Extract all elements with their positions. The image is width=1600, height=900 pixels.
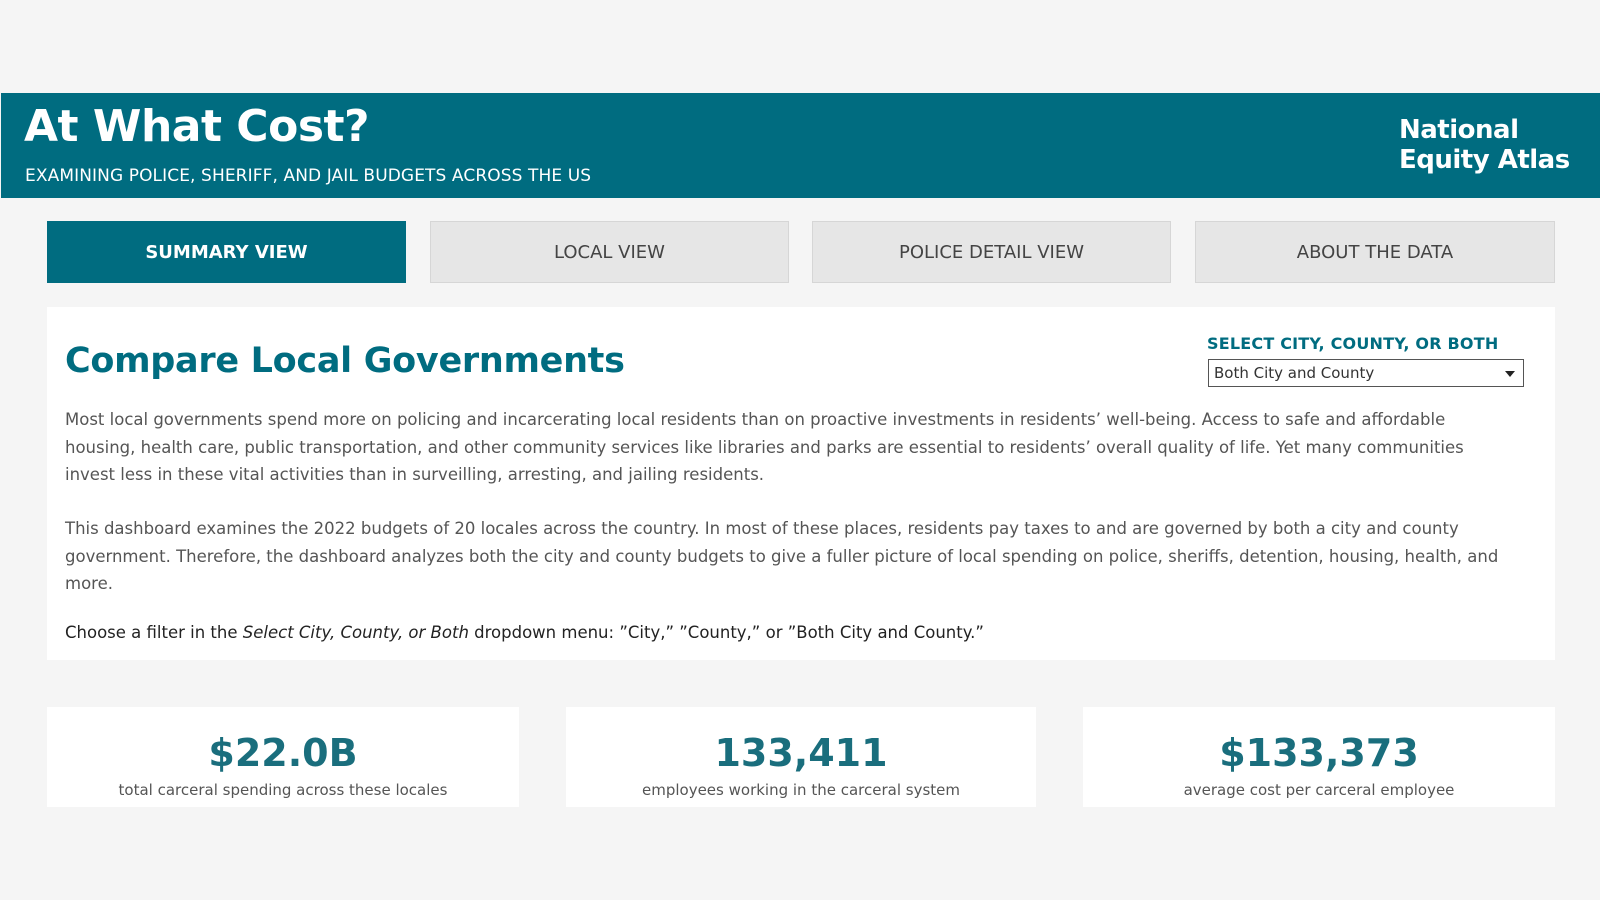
dropdown-selected-value: Both City and County — [1214, 364, 1375, 382]
brand-logo: National Equity Atlas — [1399, 115, 1570, 175]
methodology-paragraph: This dashboard examines the 2022 budgets… — [65, 519, 1499, 593]
header-banner: At What Cost? EXAMINING POLICE, SHERIFF,… — [1, 93, 1600, 198]
brand-logo-line2: Equity Atlas — [1399, 145, 1570, 175]
section-heading: Compare Local Governments — [65, 341, 625, 381]
instruction-emphasis: Select City, County, or Both — [242, 623, 469, 642]
compare-panel: Compare Local Governments SELECT CITY, C… — [47, 307, 1555, 660]
tab-summary-view[interactable]: SUMMARY VIEW — [47, 221, 406, 283]
tab-police-detail-view[interactable]: POLICE DETAIL VIEW — [812, 221, 1171, 283]
kpi-label: average cost per carceral employee — [1183, 781, 1455, 799]
caret-down-icon — [1505, 371, 1515, 377]
kpi-value: $22.0B — [208, 731, 358, 775]
kpi-value: $133,373 — [1219, 731, 1419, 775]
intro-paragraph: Most local governments spend more on pol… — [65, 410, 1464, 484]
instruction-text-start: Choose a filter in the — [65, 623, 243, 642]
kpi-card-average-cost: $133,373 average cost per carceral emplo… — [1083, 707, 1555, 807]
kpi-label: total carceral spending across these loc… — [118, 781, 448, 799]
kpi-value: 133,411 — [714, 731, 888, 775]
city-county-dropdown[interactable]: Both City and County — [1208, 359, 1524, 387]
dashboard-page: At What Cost? EXAMINING POLICE, SHERIFF,… — [0, 0, 1600, 900]
filter-label: SELECT CITY, COUNTY, OR BOTH — [1207, 334, 1499, 353]
brand-logo-line1: National — [1399, 115, 1519, 145]
page-subtitle: EXAMINING POLICE, SHERIFF, AND JAIL BUDG… — [25, 166, 592, 186]
tab-local-view[interactable]: LOCAL VIEW — [430, 221, 789, 283]
filter-instruction: Choose a filter in the Select City, Coun… — [65, 623, 984, 642]
kpi-card-employees: 133,411 employees working in the carcera… — [566, 707, 1036, 807]
kpi-card-total-spending: $22.0B total carceral spending across th… — [47, 707, 519, 807]
tab-about-the-data[interactable]: ABOUT THE DATA — [1195, 221, 1555, 283]
kpi-label: employees working in the carceral system — [642, 781, 960, 799]
instruction-text-end: dropdown menu: ”City,” ”County,” or ”Bot… — [468, 623, 984, 642]
page-title: At What Cost? — [24, 101, 370, 152]
